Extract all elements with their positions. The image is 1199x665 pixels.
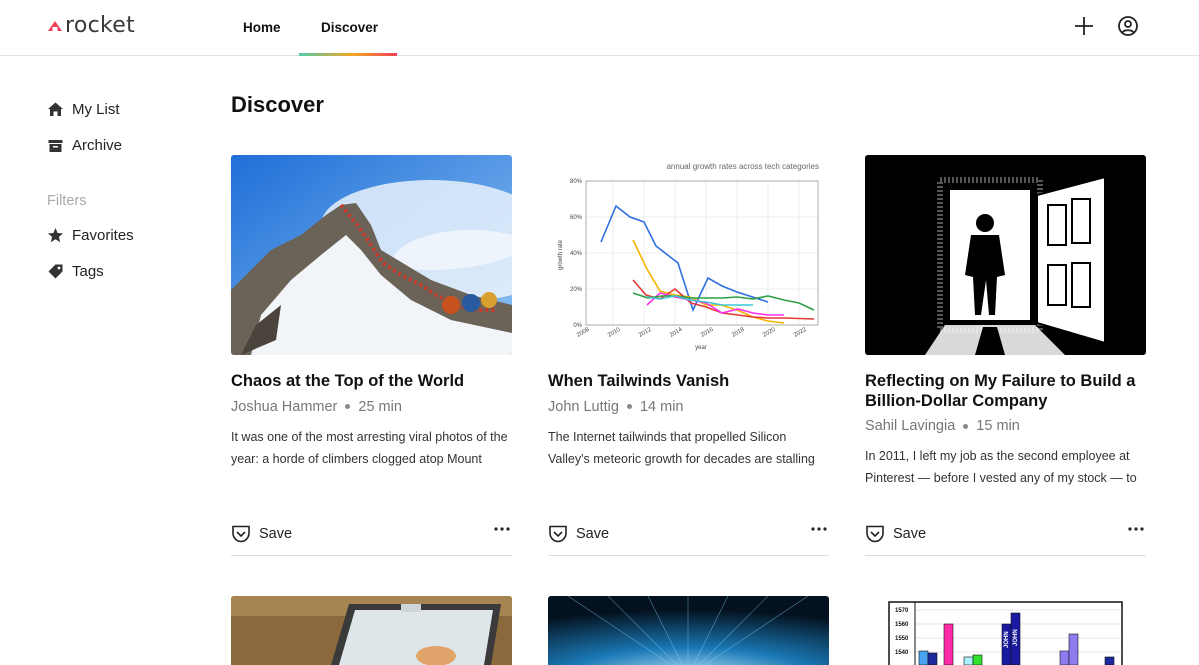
card-actions: Save (231, 523, 512, 556)
article-excerpt: It was one of the most arresting viral p… (231, 429, 508, 466)
article-thumbnail[interactable] (865, 155, 1146, 355)
sidebar-item-tags[interactable]: Tags (47, 263, 104, 280)
logo[interactable]: rocket (47, 14, 135, 38)
card-actions: Save (548, 523, 829, 556)
y-tick-label: 0% (573, 323, 582, 329)
save-label: Save (576, 526, 610, 542)
x-axis-label: year (695, 345, 707, 351)
bar-label: JOHN (1004, 631, 1010, 648)
pocket-save-icon (549, 525, 567, 543)
more-options-icon[interactable] (494, 526, 510, 532)
article-title[interactable]: Chaos at the Top of the World (231, 372, 512, 392)
author-name: Joshua Hammer (231, 398, 338, 415)
article-card[interactable]: Chaos at the Top of the World Joshua Ham… (231, 155, 512, 556)
article-thumbnail[interactable]: annual growth rates across tech categori… (548, 155, 829, 355)
page-title: Discover (231, 92, 324, 117)
y-tick-label: 1570 (895, 608, 909, 614)
y-tick-label: 1560 (895, 622, 909, 628)
plus-icon[interactable] (1073, 15, 1095, 37)
y-axis-label: growth rate (558, 239, 564, 270)
y-tick-label: 80% (570, 179, 583, 185)
save-label: Save (259, 526, 293, 542)
sidebar-item-label: My List (72, 101, 120, 118)
save-button[interactable]: Save (231, 525, 292, 543)
article-card[interactable]: Reflecting on My Failure to Build a Bill… (865, 155, 1146, 556)
x-tick-label: 2012 (638, 327, 653, 339)
filters-heading: Filters (47, 193, 87, 209)
account-icon[interactable] (1117, 15, 1139, 37)
article-excerpt: In 2011, I left my job as the second emp… (865, 449, 1137, 485)
article-thumbnail[interactable] (548, 596, 829, 665)
y-tick-label: 1550 (895, 636, 909, 642)
bar-label: JOHN (1013, 629, 1019, 646)
y-tick-label: 60% (570, 215, 583, 221)
article-thumbnail[interactable] (231, 596, 512, 665)
sidebar-item-archive[interactable]: Archive (47, 137, 122, 154)
article-meta: Joshua Hammer 25 min (231, 398, 512, 416)
x-tick-label: 2010 (607, 327, 622, 339)
pocket-save-icon (232, 525, 250, 543)
home-icon (47, 101, 64, 118)
pocket-save-icon (866, 525, 884, 543)
author-name: Sahil Lavingia (865, 418, 956, 434)
sidebar-item-label: Archive (72, 137, 123, 154)
sidebar-item-my-list[interactable]: My List (47, 101, 120, 118)
x-tick-label: 2020 (762, 327, 777, 339)
y-tick-label: 20% (570, 287, 583, 293)
x-tick-label: 2018 (731, 327, 746, 339)
article-title[interactable]: Reflecting on My Failure to Build a Bill… (865, 372, 1146, 411)
read-time: 14 min (639, 398, 684, 415)
save-button[interactable]: Save (548, 525, 609, 543)
save-button[interactable]: Save (865, 525, 926, 543)
article-excerpt: The Internet tailwinds that propelled Si… (548, 429, 815, 466)
article-meta: John Luttig 14 min (548, 398, 829, 416)
card-actions: Save (865, 523, 1146, 556)
y-tick-label: 40% (570, 251, 583, 257)
more-options-icon[interactable] (1128, 526, 1144, 532)
x-tick-label: 2022 (793, 327, 808, 339)
thumbnail-chart-title: annual growth rates across tech categori… (666, 162, 819, 171)
sidebar-item-label: Tags (72, 263, 104, 280)
tag-icon (47, 263, 64, 280)
sidebar-item-label: Favorites (72, 227, 134, 244)
separator-dot (345, 404, 351, 409)
read-time: 25 min (358, 398, 402, 415)
author-name: John Luttig (548, 398, 619, 415)
sidebar-item-favorites[interactable]: Favorites (47, 227, 134, 244)
read-time: 15 min (976, 418, 1020, 434)
tab-home[interactable]: Home (243, 20, 281, 35)
top-bar: rocket Home Discover (0, 0, 1199, 56)
active-tab-indicator (299, 53, 397, 56)
x-tick-label: 2016 (700, 327, 715, 339)
star-icon (47, 227, 64, 244)
tab-discover[interactable]: Discover (321, 20, 378, 35)
article-thumbnail[interactable]: 1570 1560 1550 1540 JOHN JOHN (865, 596, 1146, 665)
save-label: Save (893, 526, 927, 542)
article-meta: Sahil Lavingia 15 min (865, 417, 1146, 435)
article-thumbnail[interactable] (231, 155, 512, 355)
separator-dot (626, 404, 632, 409)
archive-icon (47, 137, 64, 154)
x-tick-label: 2014 (669, 327, 684, 339)
article-card[interactable]: annual growth rates across tech categori… (548, 155, 829, 556)
logo-text: rocket (65, 13, 136, 38)
more-options-icon[interactable] (811, 526, 827, 532)
separator-dot (963, 423, 969, 429)
y-tick-label: 1540 (895, 650, 909, 656)
article-title[interactable]: When Tailwinds Vanish (548, 372, 829, 392)
rocket-logo-icon (48, 21, 62, 31)
